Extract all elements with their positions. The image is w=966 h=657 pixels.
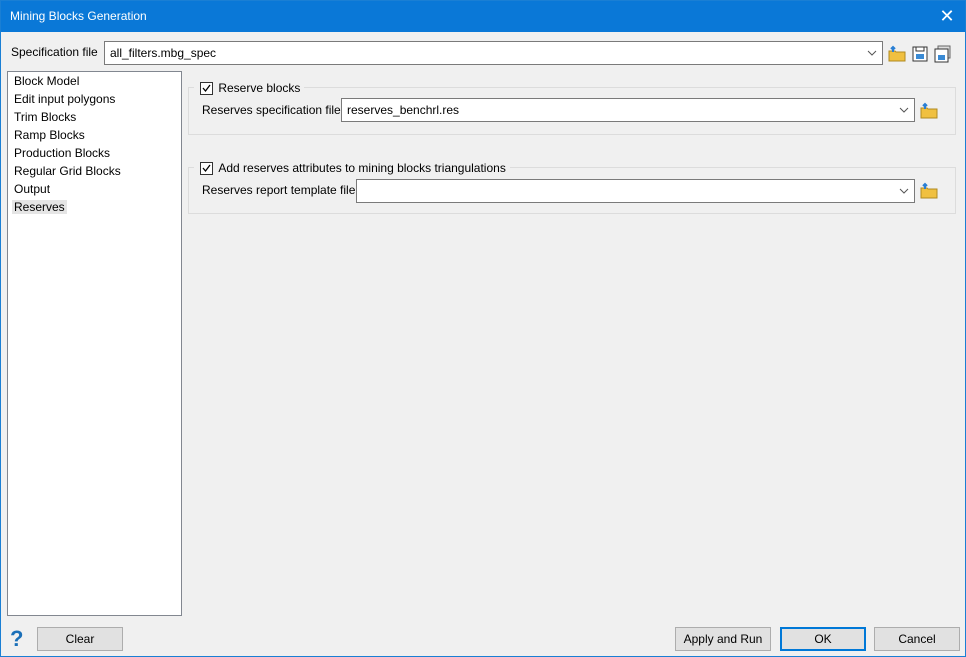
chevron-down-icon[interactable] <box>898 180 910 202</box>
reserves-spec-file-combo[interactable]: reserves_benchrl.res <box>341 98 915 122</box>
cancel-button[interactable]: Cancel <box>874 627 960 651</box>
spec-file-label: Specification file <box>11 45 98 59</box>
spec-file-value: all_filters.mbg_spec <box>110 46 217 60</box>
chevron-down-icon[interactable] <box>866 42 878 64</box>
tree-item-ramp-blocks[interactable]: Ramp Blocks <box>8 126 181 144</box>
navigation-tree: Block Model Edit input polygons Trim Blo… <box>7 71 182 616</box>
title-bar: Mining Blocks Generation ✕ <box>1 1 965 32</box>
clear-button[interactable]: Clear <box>37 627 123 651</box>
tree-item-block-model[interactable]: Block Model <box>8 72 181 90</box>
tree-item-output[interactable]: Output <box>8 180 181 198</box>
ok-button[interactable]: OK <box>780 627 866 651</box>
apply-and-run-button[interactable]: Apply and Run <box>675 627 771 651</box>
reserve-blocks-checkbox-row[interactable]: Reserve blocks <box>194 80 305 96</box>
tree-item-reserves[interactable]: Reserves <box>8 198 181 216</box>
add-attributes-label: Add reserves attributes to mining blocks… <box>218 160 506 175</box>
tree-item-regular-grid-blocks[interactable]: Regular Grid Blocks <box>8 162 181 180</box>
add-attributes-checkbox[interactable] <box>200 162 213 176</box>
reserve-blocks-label: Reserve blocks <box>218 80 301 95</box>
tree-item-edit-input-polygons[interactable]: Edit input polygons <box>8 90 181 108</box>
open-folder-icon[interactable] <box>920 102 938 120</box>
reserves-spec-file-value: reserves_benchrl.res <box>347 103 460 117</box>
chevron-down-icon[interactable] <box>898 99 910 121</box>
tree-item-production-blocks[interactable]: Production Blocks <box>8 144 181 162</box>
open-folder-icon[interactable] <box>888 45 906 63</box>
help-icon[interactable]: ? <box>10 626 23 652</box>
save-icon[interactable] <box>911 45 929 63</box>
open-folder-icon[interactable] <box>920 182 938 200</box>
tree-item-trim-blocks[interactable]: Trim Blocks <box>8 108 181 126</box>
reserve-blocks-checkbox[interactable] <box>200 82 213 96</box>
spec-file-combo[interactable]: all_filters.mbg_spec <box>104 41 883 65</box>
report-template-combo[interactable] <box>356 179 915 203</box>
add-attributes-checkbox-row[interactable]: Add reserves attributes to mining blocks… <box>194 160 510 176</box>
close-icon[interactable]: ✕ <box>937 1 957 32</box>
save-as-icon[interactable] <box>934 45 952 63</box>
report-template-label: Reserves report template file <box>202 183 356 197</box>
reserves-spec-file-label: Reserves specification file <box>202 103 341 117</box>
dialog-window: Mining Blocks Generation ✕ Specification… <box>0 0 966 657</box>
window-title: Mining Blocks Generation <box>10 9 147 23</box>
